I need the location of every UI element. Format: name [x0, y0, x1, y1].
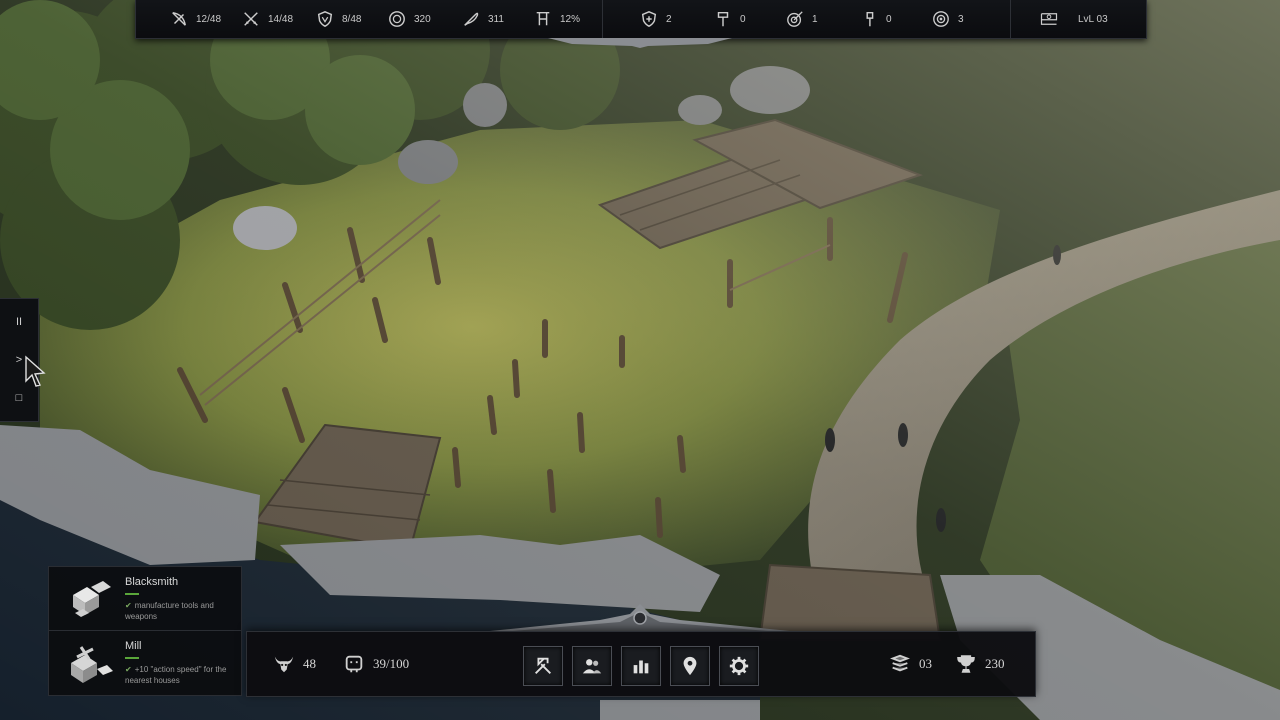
building-name: Blacksmith [125, 576, 179, 588]
stat-layers-value: 03 [919, 656, 932, 671]
resource-cattle-value: 48 [303, 656, 316, 671]
bull-skull-icon [274, 656, 294, 673]
building-description-text: +10 "action speed" for the nearest house… [125, 665, 227, 685]
stat-influence-value: 12% [560, 13, 581, 25]
check-icon: ✔ [125, 665, 132, 674]
stat-gold-value: 320 [414, 13, 431, 25]
axe-icon [866, 11, 874, 27]
building-accent-bar [125, 657, 139, 659]
stat-knowledge: 311 [462, 0, 504, 38]
mill-thumb-icon [71, 646, 113, 683]
bottom-control-bar: 48 39/100 03 230 [246, 631, 1036, 697]
map-button[interactable] [670, 646, 710, 686]
stat-defenders: 8/48 [316, 0, 361, 38]
top-resource-bar: 12/48 14/48 8/48 320 311 12% 2 0 1 0 3 L… [135, 0, 1147, 39]
building-card-mill[interactable]: Mill ✔ +10 "action speed" for the nearest… [49, 631, 241, 694]
build-button[interactable] [523, 646, 563, 686]
settings-button[interactable] [719, 646, 759, 686]
villagers-button[interactable] [572, 646, 612, 686]
unit-hunters-value: 1 [812, 13, 818, 25]
build-tools-icon [535, 657, 551, 674]
pause-button[interactable]: II [6, 309, 32, 335]
stat-layers: 03 [889, 632, 932, 696]
top-divider [602, 0, 603, 38]
layers-icon [890, 654, 910, 672]
building-description-text: manufacture tools and weapons [125, 601, 214, 621]
top-divider [1010, 0, 1011, 38]
shield-ring-icon [933, 11, 949, 27]
stat-trophies-value: 230 [985, 656, 1005, 671]
banner-icon [536, 11, 550, 26]
coin-icon [389, 11, 405, 27]
target-icon [787, 11, 803, 27]
stat-influence: 12% [534, 0, 580, 38]
stat-swordsmen: 14/48 [242, 0, 293, 38]
stat-knowledge-value: 311 [488, 13, 504, 25]
resource-population: 39/100 [343, 632, 409, 696]
hammer-icon [717, 11, 729, 27]
people-icon [582, 659, 602, 674]
stats-icon [633, 660, 649, 674]
unit-builders: 0 [714, 0, 746, 38]
top-ornament [548, 38, 732, 48]
resource-population-value: 39/100 [373, 656, 410, 671]
unit-medics-value: 2 [666, 13, 672, 25]
building-name: Mill [125, 640, 142, 652]
unit-builders-value: 0 [740, 13, 746, 25]
level-label: LvL 03 [1078, 13, 1108, 25]
blacksmith-thumb-icon [73, 581, 111, 617]
crossed-swords-icon [244, 12, 258, 26]
stat-archers-value: 12/48 [196, 13, 222, 25]
building-card-blacksmith[interactable]: Blacksmith ✔ manufacture tools and weapon… [49, 567, 241, 630]
unit-woodcutters: 0 [860, 0, 892, 38]
stat-trophies: 230 [955, 632, 1005, 696]
stat-swordsmen-value: 14/48 [268, 13, 294, 25]
unit-guards-value: 3 [958, 13, 964, 25]
building-description: ✔ manufacture tools and weapons [125, 600, 237, 622]
medic-shield-icon [641, 11, 657, 28]
stop-button[interactable]: □ [6, 385, 32, 411]
bottom-ornament [480, 604, 800, 632]
hunting-bow-icon [172, 11, 187, 26]
level-indicator[interactable]: LvL 03 [1040, 0, 1108, 38]
building-description: ✔ +10 "action speed" for the nearest hous… [125, 664, 237, 686]
trophy-icon [957, 655, 975, 673]
stat-gold: 320 [388, 0, 431, 38]
flag-icon [1040, 13, 1058, 25]
check-icon: ✔ [125, 601, 132, 610]
unit-medics: 2 [640, 0, 672, 38]
shield-icon [317, 11, 333, 28]
stat-defenders-value: 8/48 [342, 13, 362, 25]
building-list: Blacksmith ✔ manufacture tools and weapon… [48, 566, 242, 696]
unit-woodcutters-value: 0 [886, 13, 892, 25]
stat-archers: 12/48 [170, 0, 221, 38]
unit-hunters: 1 [786, 0, 818, 38]
map-pin-icon [683, 656, 697, 676]
gear-icon [729, 656, 749, 676]
statistics-button[interactable] [621, 646, 661, 686]
building-accent-bar [125, 593, 139, 595]
population-icon [345, 655, 363, 673]
resource-cattle: 48 [273, 632, 316, 696]
mouse-cursor-icon [25, 355, 46, 387]
unit-guards: 3 [932, 0, 964, 38]
feather-icon [464, 12, 479, 26]
